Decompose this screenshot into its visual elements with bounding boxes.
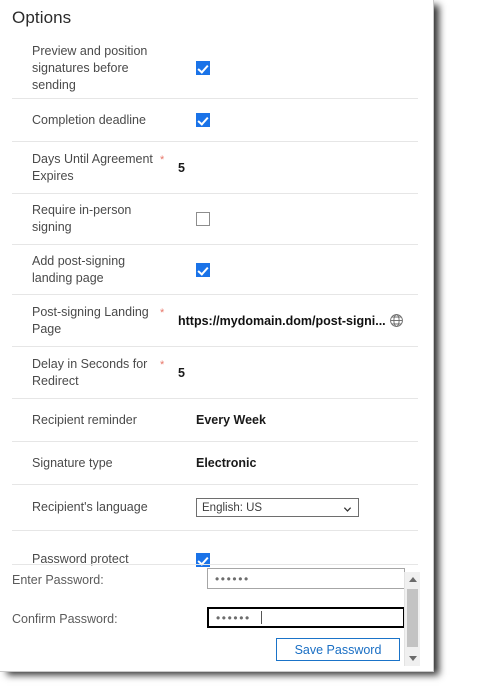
option-row-preview-position-signatures[interactable]: Preview and position signatures before s… <box>12 38 418 98</box>
option-label: Preview and position signatures before s… <box>32 43 148 92</box>
scroll-down-arrow-icon[interactable] <box>405 651 420 666</box>
option-row-delay-in-seconds-for-redirect[interactable]: Delay in Seconds for Redirect * 5 <box>12 346 418 398</box>
option-value: https://mydomain.dom/post-signi... <box>178 313 418 328</box>
option-label: Completion deadline <box>32 112 146 127</box>
option-value <box>178 113 418 127</box>
option-row-recipient-reminder[interactable]: Recipient reminder Every Week <box>12 398 418 441</box>
preview-position-signatures-checkbox[interactable] <box>196 61 210 75</box>
scroll-up-arrow-icon[interactable] <box>405 572 420 587</box>
post-signing-landing-page-value[interactable]: https://mydomain.dom/post-signi... <box>178 314 386 328</box>
required-marker: * <box>160 359 165 371</box>
recipient-reminder-value[interactable]: Every Week <box>178 413 418 427</box>
enter-password-field-wrap: •••••• <box>207 568 405 589</box>
save-password-button[interactable]: Save Password <box>276 638 400 661</box>
enter-password-field[interactable]: •••••• <box>207 568 405 589</box>
required-marker: * <box>160 154 165 166</box>
required-marker <box>160 531 178 543</box>
option-label: Post-signing Landing Page <box>32 304 149 336</box>
required-marker <box>160 485 178 497</box>
options-panel-content: Options Preview and position signatures … <box>0 0 433 671</box>
option-label: Add post-signing landing page <box>32 253 126 285</box>
page-title: Options <box>12 8 72 27</box>
globe-icon[interactable] <box>389 313 404 328</box>
option-label: Require in-person signing <box>32 203 132 234</box>
required-marker <box>160 194 178 206</box>
scrollbar-thumb[interactable] <box>407 589 418 647</box>
completion-deadline-checkbox[interactable] <box>196 113 210 127</box>
chevron-down-icon <box>343 503 352 512</box>
signature-type-value[interactable]: Electronic <box>178 456 418 470</box>
vertical-scrollbar[interactable] <box>404 572 420 666</box>
option-row-days-until-agreement-expires[interactable]: Days Until Agreement Expires * 5 <box>12 141 418 193</box>
option-row-completion-deadline[interactable]: Completion deadline <box>12 98 418 141</box>
enter-password-label: Enter Password: <box>12 573 104 587</box>
option-value <box>178 262 418 277</box>
options-row-list: Preview and position signatures before s… <box>0 38 433 588</box>
confirm-password-field[interactable]: •••••• <box>207 607 405 628</box>
recipients-language-selected-value: English: US <box>202 501 263 514</box>
enter-password-row: Enter Password: <box>12 573 104 587</box>
required-marker <box>160 38 178 50</box>
option-label: Days Until Agreement Expires <box>32 151 153 183</box>
recipients-language-select[interactable]: English: US <box>196 498 359 517</box>
confirm-password-row: Confirm Password: <box>12 612 118 626</box>
confirm-password-field-wrap: •••••• <box>207 607 405 628</box>
post-signing-landing-page-url-row: https://mydomain.dom/post-signi... <box>178 313 418 328</box>
option-value <box>178 61 418 75</box>
required-marker <box>160 245 178 257</box>
option-row-add-post-signing-landing-page[interactable]: Add post-signing landing page <box>12 244 418 294</box>
delay-in-seconds-for-redirect-value[interactable]: 5 <box>178 366 418 380</box>
option-label: Recipient reminder <box>32 412 137 427</box>
option-label: Recipient's language <box>32 500 148 514</box>
confirm-password-label: Confirm Password: <box>12 612 118 626</box>
options-panel: Options Preview and position signatures … <box>0 0 434 672</box>
option-row-recipients-language[interactable]: Recipient's language English: US <box>12 484 418 530</box>
days-until-agreement-expires-value[interactable]: 5 <box>178 161 418 175</box>
add-post-signing-landing-page-checkbox[interactable] <box>196 262 210 277</box>
option-row-require-in-person-signing[interactable]: Require in-person signing <box>12 193 418 244</box>
option-label: Signature type <box>32 455 113 470</box>
required-marker: * <box>160 307 165 319</box>
section-divider <box>12 564 418 565</box>
option-value: English: US <box>178 498 418 517</box>
require-in-person-signing-checkbox[interactable] <box>196 212 210 226</box>
option-row-post-signing-landing-page[interactable]: Post-signing Landing Page * https://mydo… <box>12 294 418 346</box>
required-marker <box>160 99 178 111</box>
option-value <box>178 212 418 226</box>
option-row-signature-type[interactable]: Signature type Electronic <box>12 441 418 484</box>
option-label: Password protect <box>32 552 129 566</box>
option-label: Delay in Seconds for Redirect <box>32 356 148 388</box>
required-marker <box>160 442 178 454</box>
required-marker <box>160 399 178 411</box>
